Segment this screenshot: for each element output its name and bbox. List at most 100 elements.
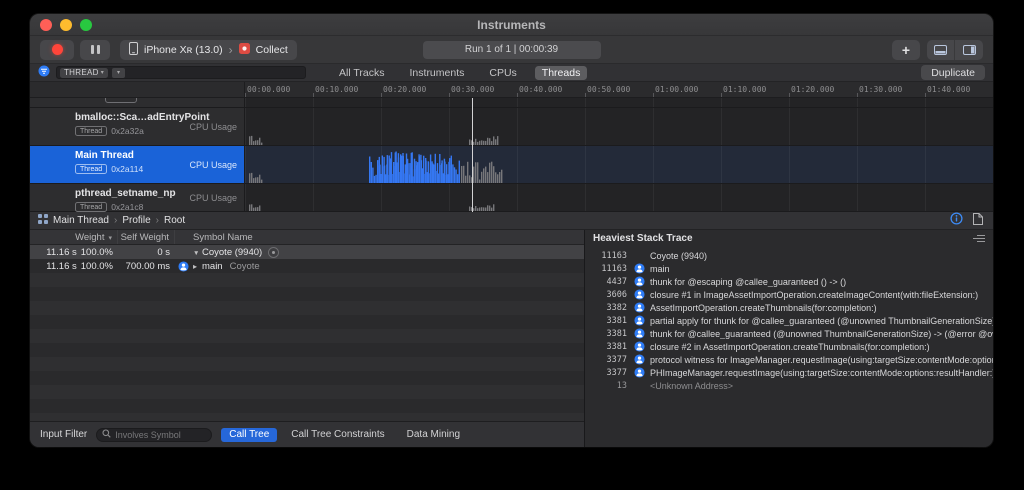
token-menu-chevron-icon[interactable] [112, 67, 126, 78]
track-row[interactable]: pthread_setname_np Thread 0x2a1c8 CPU Us… [30, 184, 993, 212]
target-app-icon [238, 42, 250, 57]
ruler-tick-label: 01:30.000 [859, 85, 903, 94]
stack-trace-row[interactable]: 3377 PHImageManager.requestImage(using:ta… [585, 366, 993, 379]
call-tree-row[interactable]: 11.16 s 100.0% 700.00 ms main Coyote [30, 259, 584, 273]
stack-symbol: protocol witness for ImageManager.reques… [650, 354, 993, 365]
ruler-tick-label: 00:00.000 [247, 85, 291, 94]
stack-trace-row[interactable]: 3381 partial apply for thunk for @callee_… [585, 314, 993, 327]
thread-badge: Thread [75, 126, 108, 136]
user-icon [634, 315, 646, 326]
ruler-tick-mark [789, 93, 790, 97]
self-weight-value: 700.00 ms [125, 260, 170, 272]
track-header: pthread_setname_np Thread 0x2a1c8 CPU Us… [30, 184, 245, 212]
breadcrumb-item-root[interactable]: Root [164, 215, 185, 226]
add-instrument-button[interactable]: + [892, 39, 920, 60]
track-row[interactable]: bmalloc::Sca…adEntryPoint Thread 0x2a32a… [30, 108, 993, 146]
track-row-partial[interactable] [30, 98, 993, 108]
playhead[interactable] [472, 98, 473, 212]
ruler-tick-mark [517, 93, 518, 97]
breadcrumb-item-profile[interactable]: Profile [122, 215, 150, 226]
call-tree-panel: Weight Self Weight Symbol Name 11.16 s 1… [30, 230, 585, 447]
stack-symbol: closure #1 in ImageAssetImportOperation.… [650, 289, 979, 300]
self-weight-column-header[interactable]: Self Weight [118, 230, 175, 244]
cpu-usage-graph[interactable] [245, 184, 993, 211]
duplicate-button[interactable]: Duplicate [921, 65, 985, 80]
target-device-selector[interactable]: iPhone Xʀ (13.0) Collect [120, 39, 297, 60]
device-name: iPhone Xʀ (13.0) [144, 43, 223, 56]
disclosure-triangle[interactable] [193, 247, 202, 258]
tab-threads[interactable]: Threads [534, 65, 588, 80]
track-name: Main Thread [75, 150, 134, 161]
ruler-tick-mark [245, 93, 246, 97]
pause-button[interactable] [80, 39, 110, 60]
stack-trace-row[interactable]: 3382 AssetImportOperation.createThumbnail… [585, 301, 993, 314]
track-filter-icon[interactable] [38, 64, 50, 82]
stack-display-options-icon[interactable] [973, 234, 985, 243]
stack-trace-row[interactable]: 3606 closure #1 in ImageAssetImportOperat… [585, 288, 993, 301]
bottom-panel-toggle-button[interactable] [927, 39, 955, 60]
stack-trace-row[interactable]: 3381 thunk for @callee_guaranteed (@unown… [585, 327, 993, 340]
sample-count: 3377 [606, 354, 627, 365]
segment-call-tree-constraints[interactable]: Call Tree Constraints [283, 428, 392, 442]
cpu-usage-graph[interactable] [245, 98, 993, 107]
toolbar: iPhone Xʀ (13.0) Collect Run 1 of 1 | 00… [30, 36, 993, 64]
thread-filter-token[interactable]: THREAD [60, 67, 109, 78]
info-inspector-icon[interactable] [950, 211, 963, 230]
sample-count: 4437 [606, 276, 627, 287]
user-icon [634, 354, 646, 365]
breadcrumb-item-thread[interactable]: Main Thread [53, 215, 109, 226]
symbol-filter-field[interactable] [96, 427, 213, 442]
chevron-right-icon [156, 215, 159, 226]
call-tree-row[interactable]: 11.16 s 100.0% 0 s Coyote (9940) [30, 245, 584, 259]
time-ruler[interactable]: 00:00.000 00:10.000 00:20.000 00:30.000 00:4… [30, 82, 993, 98]
thread-badge [105, 98, 137, 103]
weight-column-header[interactable]: Weight [30, 230, 118, 244]
ruler-tick-mark [449, 93, 450, 97]
track-filter-field[interactable]: THREAD [56, 66, 306, 79]
sample-count: 13 [616, 380, 627, 391]
self-weight-value: 0 s [157, 246, 170, 258]
thread-badge: Thread [75, 202, 108, 212]
segment-call-tree[interactable]: Call Tree [221, 427, 278, 442]
stack-trace-row[interactable]: 11163 Coyote (9940) [585, 249, 993, 262]
right-panel-toggle-button[interactable] [955, 39, 983, 60]
stack-trace-row[interactable]: 3377 protocol witness for ImageManager.re… [585, 353, 993, 366]
call-tree-table[interactable]: 11.16 s 100.0% 0 s Coyote (9940) 11.16 s… [30, 245, 584, 421]
track-row-selected[interactable]: Main Thread Thread 0x2a114 CPU Usage [30, 146, 993, 184]
stack-trace-row[interactable]: 11163 main [585, 262, 993, 275]
stack-trace-row[interactable]: 3381 closure #2 in AssetImportOperation.c… [585, 340, 993, 353]
weight-percent: 100.0% [80, 246, 113, 258]
track-header: bmalloc::Sca…adEntryPoint Thread 0x2a32a… [30, 108, 245, 145]
sample-count: 3381 [606, 341, 627, 352]
cpu-usage-graph[interactable] [245, 108, 993, 145]
sample-count: 3381 [606, 315, 627, 326]
symbol-name: main [202, 260, 223, 272]
ruler-sidebar-spacer [30, 82, 245, 97]
cpu-activity-bars [249, 204, 495, 211]
sample-count: 3606 [606, 289, 627, 300]
symbol-filter-input[interactable] [115, 429, 207, 440]
tab-instruments[interactable]: Instruments [403, 66, 472, 80]
record-button[interactable] [40, 39, 74, 60]
track-view-tabs: All Tracks Instruments CPUs Threads [332, 65, 588, 80]
run-indicator[interactable]: Run 1 of 1 | 00:00:39 [422, 40, 601, 59]
segment-data-mining[interactable]: Data Mining [399, 428, 468, 442]
focus-icon[interactable] [268, 246, 280, 258]
ruler-tick-label: 01:20.000 [791, 85, 835, 94]
close-button[interactable] [40, 18, 52, 31]
stack-trace-row[interactable]: 4437 thunk for @escaping @callee_guarante… [585, 275, 993, 288]
disclosure-triangle[interactable] [193, 261, 202, 272]
symbol-column-header[interactable]: Symbol Name [175, 232, 584, 243]
zoom-button[interactable] [80, 18, 92, 31]
tab-cpus[interactable]: CPUs [482, 66, 523, 80]
cpu-usage-graph[interactable] [245, 146, 993, 183]
track-kind-label: CPU Usage [189, 121, 237, 132]
stack-trace-list: 11163 Coyote (9940) 11163 main 4437 thunk for… [585, 246, 993, 447]
document-inspector-icon[interactable] [973, 212, 983, 230]
stack-trace-row[interactable]: 13 <Unknown Address> [585, 379, 993, 392]
input-filter-label: Input Filter [40, 429, 88, 440]
tab-all-tracks[interactable]: All Tracks [332, 66, 392, 80]
iphone-icon [129, 41, 138, 58]
stack-symbol: AssetImportOperation.createThumbnails(fo… [650, 302, 877, 313]
minimize-button[interactable] [60, 18, 72, 31]
